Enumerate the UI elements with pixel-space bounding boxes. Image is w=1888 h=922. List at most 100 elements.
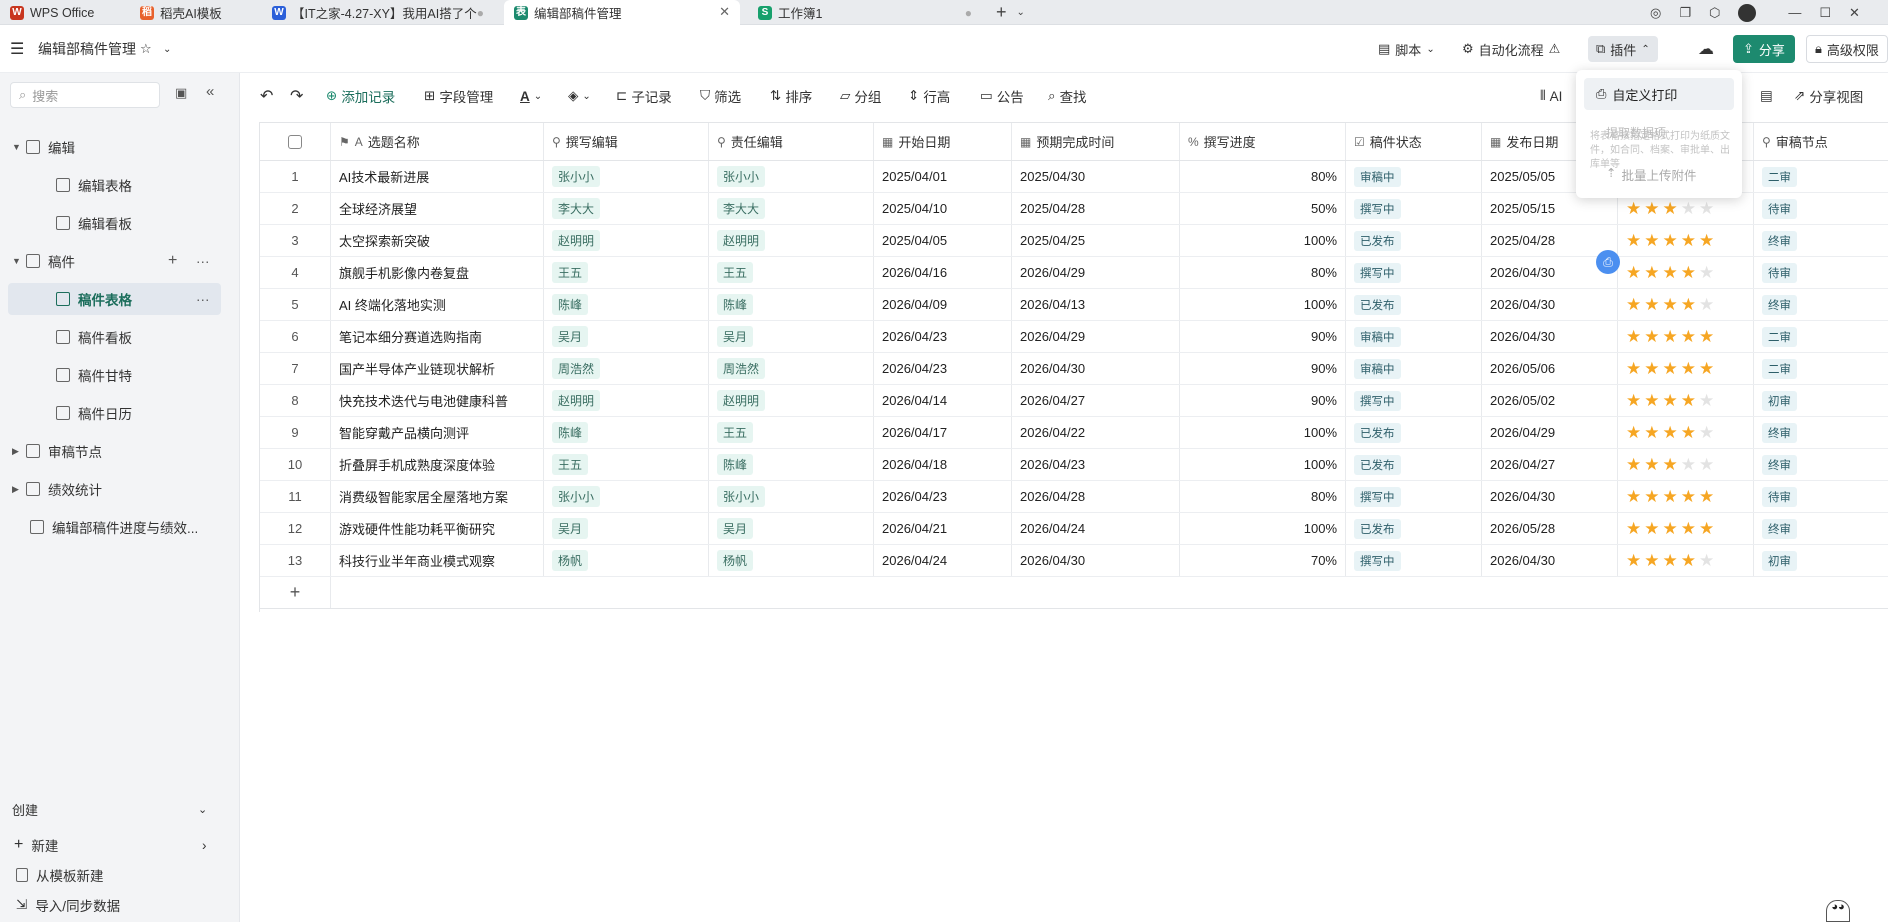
star-icon[interactable]: ★ (1699, 455, 1714, 475)
publish-date-cell[interactable]: 2026/04/30 (1482, 545, 1618, 576)
close-window-icon[interactable]: ✕ (1849, 5, 1860, 21)
start-date-cell[interactable]: 2025/04/10 (874, 193, 1012, 224)
star-icon[interactable]: ★ (1681, 295, 1696, 315)
table-row[interactable]: 7 国产半导体产业链现状解析 周浩然 周浩然 2026/04/23 2026/04/30 9… (260, 353, 1888, 385)
progress-cell[interactable]: 70% (1180, 545, 1346, 576)
star-icon[interactable]: ★ (1626, 295, 1641, 315)
progress-cell[interactable]: 50% (1180, 193, 1346, 224)
star-icon[interactable]: ★ (1681, 519, 1696, 539)
star-icon[interactable]: ★ (1663, 455, 1678, 475)
review-node-cell[interactable]: 待审 (1754, 193, 1888, 224)
review-node-cell[interactable]: 二审 (1754, 161, 1888, 192)
sidebar-folder-performance[interactable]: ▶ 绩效统计 (0, 473, 240, 505)
star-icon[interactable]: ★ (1626, 519, 1641, 539)
due-date-cell[interactable]: 2025/04/28 (1012, 193, 1180, 224)
title-cell[interactable]: 笔记本细分赛道选购指南 (331, 321, 544, 352)
assistant-robot-icon[interactable]: ◕◕ (1826, 900, 1850, 922)
extract-data-button[interactable]: 提取数据项 (1606, 124, 1666, 141)
editor-cell[interactable]: 周浩然 (709, 353, 874, 384)
rating-cell[interactable]: ★★★★★ (1618, 321, 1754, 352)
filter-button[interactable]: ⛉ 筛选 (700, 86, 741, 106)
star-icon[interactable]: ★ (1699, 391, 1714, 411)
progress-cell[interactable]: 80% (1180, 481, 1346, 512)
title-cell[interactable]: 旗舰手机影像内卷复盘 (331, 257, 544, 288)
find-button[interactable]: ⌕ 查找 (1048, 86, 1087, 106)
table-row[interactable]: 5 AI 终端化落地实测 陈峰 陈峰 2026/04/09 2026/04/13 100% 已… (260, 289, 1888, 321)
row-number[interactable]: 12 (260, 513, 331, 544)
publish-date-cell[interactable]: 2026/05/06 (1482, 353, 1618, 384)
due-date-cell[interactable]: 2026/04/30 (1012, 545, 1180, 576)
review-node-cell[interactable]: 待审 (1754, 257, 1888, 288)
sort-button[interactable]: ⇅ 排序 (770, 86, 812, 106)
writer-cell[interactable]: 吴月 (544, 321, 709, 352)
maximize-icon[interactable]: ☐ (1819, 5, 1831, 21)
sidebar-item-manuscript-grid[interactable]: 稿件表格 ··· (8, 283, 221, 315)
star-icon[interactable]: ★ (1626, 455, 1641, 475)
script-button[interactable]: ▤ 脚本 ⌄ (1378, 38, 1435, 60)
start-date-cell[interactable]: 2026/04/23 (874, 481, 1012, 512)
status-cell[interactable]: 已发布 (1346, 513, 1482, 544)
row-height-button[interactable]: ⇕ 行高 (908, 86, 950, 106)
publish-date-cell[interactable]: 2026/05/28 (1482, 513, 1618, 544)
due-date-cell[interactable]: 2026/04/29 (1012, 321, 1180, 352)
table-row[interactable]: 10 折叠屏手机成熟度深度体验 王五 陈峰 2026/04/18 2026/04/23 10… (260, 449, 1888, 481)
star-icon[interactable]: ★ (1644, 295, 1659, 315)
publish-date-cell[interactable]: 2026/04/30 (1482, 481, 1618, 512)
status-cell[interactable]: 已发布 (1346, 417, 1482, 448)
star-icon[interactable]: ★ (1681, 423, 1696, 443)
row-number[interactable]: 2 (260, 193, 331, 224)
tab-word-doc[interactable]: W 【IT之家-4.27-XY】我用AI搭了个 ● (262, 0, 496, 25)
ai-button[interactable]: ⫴ AI (1540, 86, 1562, 106)
star-icon[interactable]: ★ (1699, 263, 1714, 283)
writer-cell[interactable]: 陈峰 (544, 417, 709, 448)
row-number[interactable]: 4 (260, 257, 331, 288)
avatar[interactable] (1738, 3, 1757, 22)
status-cell[interactable]: 已发布 (1346, 449, 1482, 480)
column-header-review-node[interactable]: ⚲ 审稿节点 (1754, 123, 1888, 160)
select-all-checkbox[interactable] (260, 123, 331, 160)
status-cell[interactable]: 撰写中 (1346, 545, 1482, 576)
writer-cell[interactable]: 吴月 (544, 513, 709, 544)
editor-cell[interactable]: 李大大 (709, 193, 874, 224)
tab-wps-office[interactable]: W WPS Office (0, 0, 128, 25)
star-icon[interactable]: ★ (1663, 327, 1678, 347)
progress-cell[interactable]: 100% (1180, 289, 1346, 320)
writer-cell[interactable]: 王五 (544, 449, 709, 480)
star-icon[interactable]: ★ (1681, 391, 1696, 411)
start-date-cell[interactable]: 2026/04/17 (874, 417, 1012, 448)
add-row-icon[interactable]: + (260, 577, 331, 608)
star-icon[interactable]: ★ (1626, 551, 1641, 571)
import-sync-button[interactable]: ⇲ 导入/同步数据 (0, 889, 240, 921)
collapse-sidebar-icon[interactable]: « (206, 83, 214, 100)
title-cell[interactable]: 游戏硬件性能功耗平衡研究 (331, 513, 544, 544)
automation-button[interactable]: ⚙ 自动化流程 ⚠ (1462, 38, 1560, 60)
column-header-title[interactable]: ⚑ A 选题名称 (331, 123, 544, 160)
star-icon[interactable]: ★ (1681, 551, 1696, 571)
due-date-cell[interactable]: 2026/04/23 (1012, 449, 1180, 480)
editor-cell[interactable]: 张小小 (709, 161, 874, 192)
column-header-progress[interactable]: % 撰写进度 (1180, 123, 1346, 160)
progress-cell[interactable]: 100% (1180, 417, 1346, 448)
table-row[interactable]: 12 游戏硬件性能功耗平衡研究 吴月 吴月 2026/04/21 2026/04/24 10… (260, 513, 1888, 545)
star-icon[interactable]: ★ (1681, 199, 1696, 219)
editor-cell[interactable]: 杨帆 (709, 545, 874, 576)
close-tab-icon[interactable]: ✕ (719, 4, 730, 20)
rating-cell[interactable]: ★★★★★ (1618, 513, 1754, 544)
writer-cell[interactable]: 李大大 (544, 193, 709, 224)
start-date-cell[interactable]: 2026/04/09 (874, 289, 1012, 320)
table-row[interactable]: 8 快充技术迭代与电池健康科普 赵明明 赵明明 2026/04/14 2026/04/27… (260, 385, 1888, 417)
due-date-cell[interactable]: 2026/04/24 (1012, 513, 1180, 544)
sidebar-item-edit-board[interactable]: 编辑看板 (0, 207, 240, 239)
due-date-cell[interactable]: 2026/04/22 (1012, 417, 1180, 448)
star-icon[interactable]: ★ (1663, 487, 1678, 507)
column-header-status[interactable]: ☑ 稿件状态 (1346, 123, 1482, 160)
editor-cell[interactable]: 王五 (709, 257, 874, 288)
writer-cell[interactable]: 张小小 (544, 481, 709, 512)
star-icon[interactable]: ★ (1699, 551, 1714, 571)
star-icon[interactable]: ★ (1626, 263, 1641, 283)
document-title[interactable]: 编辑部稿件管理 (38, 38, 136, 60)
star-icon[interactable]: ★ (1663, 263, 1678, 283)
star-icon[interactable]: ★ (1663, 295, 1678, 315)
redo-icon[interactable]: ↷ (290, 86, 303, 106)
star-icon[interactable]: ★ (1681, 327, 1696, 347)
